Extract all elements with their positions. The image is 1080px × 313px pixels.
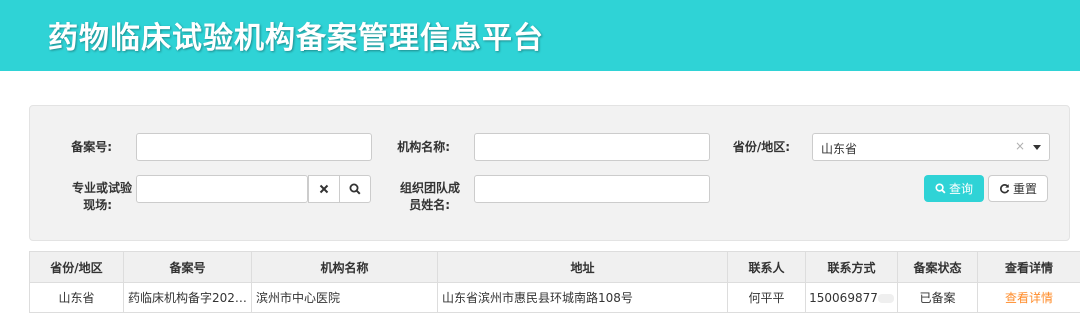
org-name-input[interactable] [474,133,710,161]
query-button[interactable]: 查询 [924,175,984,202]
column-header-org-name[interactable]: 机构名称 [252,252,438,283]
specialty-input[interactable] [136,175,308,203]
refresh-icon [999,183,1010,194]
record-no-input[interactable] [136,133,372,161]
cell-phone: 150069877 [806,283,898,313]
search-specialty-button[interactable] [339,175,371,203]
table-row[interactable]: 山东省 药临床机构备字20250... 滨州市中心医院 山东省滨州市惠民县环城南… [30,283,1080,313]
clear-icon[interactable]: × [1015,139,1025,153]
column-header-status[interactable]: 备案状态 [898,252,978,283]
query-button-label: 查询 [949,180,973,197]
reset-button[interactable]: 重置 [988,175,1048,202]
province-selected-value: 山东省 [821,140,857,157]
chevron-down-icon[interactable] [1033,145,1041,150]
view-detail-link[interactable]: 查看详情 [1005,291,1053,305]
redaction-mark [878,294,894,303]
page-header: 药物临床试验机构备案管理信息平台 [0,0,1080,71]
table-header-row: 省份/地区 备案号 机构名称 地址 联系人 联系方式 备案状态 查看详情 [30,252,1080,283]
team-member-label: 组织团队成 员姓名: [380,180,460,214]
cell-record-no: 药临床机构备字20250... [124,283,252,313]
cell-status: 已备案 [898,283,978,313]
column-header-contact[interactable]: 联系人 [728,252,806,283]
page-title: 药物临床试验机构备案管理信息平台 [48,13,544,57]
phone-text: 150069877 [809,291,878,305]
column-header-detail[interactable]: 查看详情 [978,252,1080,283]
cell-province: 山东省 [30,283,124,313]
close-icon [319,184,329,194]
search-icon [935,183,946,194]
column-header-record-no[interactable]: 备案号 [124,252,252,283]
clear-specialty-button[interactable] [308,175,340,203]
search-icon [349,183,361,195]
team-member-input[interactable] [474,175,710,203]
record-no-label: 备案号: [40,139,112,156]
cell-address: 山东省滨州市惠民县环城南路108号 [438,283,728,313]
cell-contact: 何平平 [728,283,806,313]
province-select[interactable]: 山东省 × [812,133,1050,161]
column-header-phone[interactable]: 联系方式 [806,252,898,283]
cell-detail: 查看详情 [978,283,1080,313]
reset-button-label: 重置 [1013,180,1037,197]
specialty-label: 专业或试验 现场: [40,180,132,214]
cell-org-name: 滨州市中心医院 [252,283,438,313]
org-name-label: 机构名称: [380,139,450,156]
column-header-province[interactable]: 省份/地区 [30,252,124,283]
results-table: 省份/地区 备案号 机构名称 地址 联系人 联系方式 备案状态 查看详情 山东省… [29,251,1080,313]
province-label: 省份/地区: [716,139,790,156]
filter-panel [29,105,1070,241]
column-header-address[interactable]: 地址 [438,252,728,283]
